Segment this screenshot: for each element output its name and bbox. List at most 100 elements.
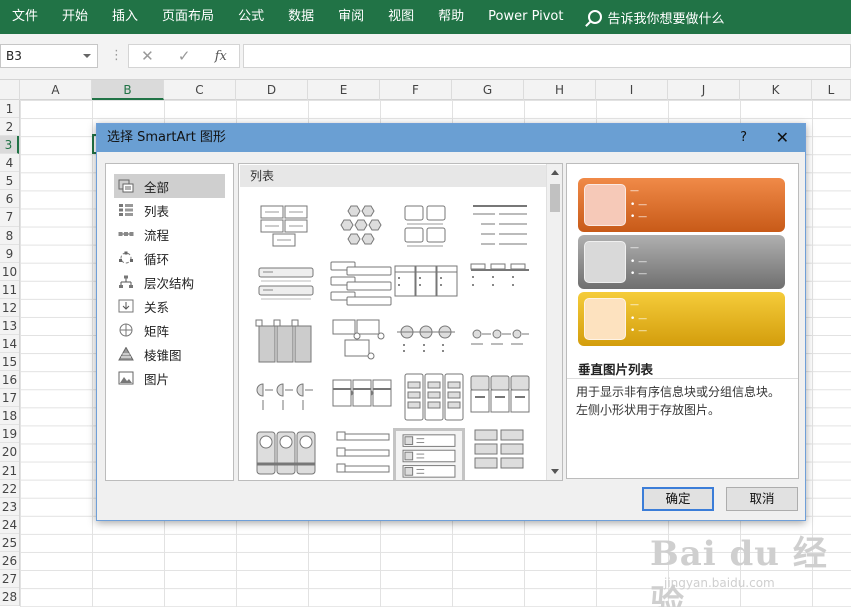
row-header[interactable]: 8 [0, 227, 19, 245]
column-header[interactable]: A [20, 80, 92, 100]
formula-bar-grip[interactable]: ⋮ [110, 48, 123, 63]
scroll-down-icon[interactable] [551, 469, 559, 474]
row-header[interactable]: 14 [0, 335, 19, 354]
row-header[interactable]: 11 [0, 281, 19, 299]
layout-thumbnail[interactable] [467, 260, 533, 312]
row-header[interactable]: 21 [0, 462, 19, 480]
layout-thumbnail[interactable] [393, 260, 459, 312]
category-list-item[interactable]: 列表 [106, 198, 233, 222]
layout-thumbnail[interactable] [401, 372, 467, 424]
column-header[interactable]: L [812, 80, 851, 100]
layout-thumbnail[interactable] [253, 260, 319, 312]
layout-thumbnail[interactable] [329, 202, 395, 254]
row-header[interactable]: 27 [0, 570, 19, 589]
row-header[interactable]: 6 [0, 190, 19, 209]
tab-page-layout[interactable]: 页面布局 [150, 0, 226, 34]
row-header[interactable]: 12 [0, 299, 19, 317]
row-header[interactable]: 25 [0, 534, 19, 552]
ok-button[interactable]: 确定 [642, 487, 714, 511]
layout-thumbnail[interactable] [467, 372, 533, 424]
column-header[interactable]: G [452, 80, 524, 100]
row-header[interactable]: 28 [0, 588, 19, 607]
formula-input[interactable] [243, 44, 851, 68]
row-header[interactable]: 15 [0, 353, 19, 372]
row-header[interactable]: 18 [0, 407, 19, 426]
row-header[interactable]: 16 [0, 371, 19, 390]
preview-description[interactable]: 用于显示非有序信息块或分组信息块。 左侧小形状用于存放图片。 [567, 378, 798, 478]
gallery-scrollbar[interactable] [546, 164, 562, 480]
layout-thumbnail[interactable] [329, 372, 395, 424]
row-header[interactable]: 24 [0, 516, 19, 534]
row-header[interactable]: 5 [0, 172, 19, 191]
column-header[interactable]: C [164, 80, 236, 100]
layout-thumbnail[interactable] [467, 316, 533, 368]
layout-thumbnail[interactable] [253, 316, 319, 368]
layout-thumbnail[interactable] [329, 428, 395, 480]
tab-insert[interactable]: 插入 [100, 0, 150, 34]
row-header[interactable]: 3 [0, 136, 19, 155]
tab-help[interactable]: 帮助 [426, 0, 476, 34]
tab-home[interactable]: 开始 [50, 0, 100, 34]
layout-thumbnail[interactable] [467, 202, 533, 254]
layout-thumbnail-selected[interactable] [393, 428, 465, 480]
row-header[interactable]: 20 [0, 443, 19, 462]
layout-thumbnail[interactable] [253, 428, 319, 480]
tab-review[interactable]: 审阅 [326, 0, 376, 34]
category-picture[interactable]: 图片 [106, 366, 233, 390]
column-header[interactable]: H [524, 80, 596, 100]
column-header[interactable]: F [380, 80, 452, 100]
row-header[interactable]: 17 [0, 389, 19, 408]
category-hierarchy[interactable]: 层次结构 [106, 270, 233, 294]
close-button[interactable]: ✕ [776, 124, 789, 152]
tab-data[interactable]: 数据 [276, 0, 326, 34]
category-pyramid[interactable]: 棱锥图 [106, 342, 233, 366]
tab-file[interactable]: 文件 [0, 0, 50, 34]
cancel-button[interactable]: 取消 [726, 487, 798, 511]
row-header[interactable]: 1 [0, 100, 19, 119]
row-header[interactable]: 13 [0, 317, 19, 336]
scroll-thumb[interactable] [550, 184, 560, 212]
row-header[interactable]: 9 [0, 245, 19, 263]
chevron-down-icon[interactable] [83, 54, 91, 58]
layout-thumbnail[interactable] [253, 202, 319, 254]
help-button[interactable]: ? [740, 124, 747, 152]
category-cycle[interactable]: 循环 [106, 246, 233, 270]
layout-thumbnail[interactable] [253, 372, 319, 424]
row-header[interactable]: 26 [0, 552, 19, 571]
layout-thumbnail[interactable] [329, 260, 395, 312]
tell-me-box[interactable]: 告诉我你想要做什么 [587, 8, 725, 27]
row-header[interactable]: 7 [0, 208, 19, 227]
layout-thumbnail[interactable] [393, 202, 459, 254]
category-process[interactable]: 流程 [106, 222, 233, 246]
category-label: 流程 [144, 227, 170, 243]
cancel-icon[interactable]: ✕ [141, 47, 154, 65]
row-header[interactable]: 4 [0, 154, 19, 173]
row-header[interactable]: 10 [0, 263, 19, 281]
column-header[interactable]: E [308, 80, 380, 100]
dialog-titlebar[interactable]: 选择 SmartArt 图形 ? ✕ [97, 124, 805, 152]
name-box[interactable]: B3 [0, 44, 98, 68]
enter-icon[interactable]: ✓ [178, 47, 191, 65]
preview-pane: — • — • — — • — • — — • — • — 垂直图片列表 用于显… [566, 163, 799, 479]
layout-thumbnail[interactable] [467, 428, 533, 480]
category-all[interactable]: 全部 [114, 174, 225, 198]
column-header[interactable]: D [236, 80, 308, 100]
select-all-corner[interactable] [0, 80, 20, 100]
row-header[interactable]: 23 [0, 498, 19, 516]
tab-power-pivot[interactable]: Power Pivot [476, 0, 575, 34]
category-relationship[interactable]: 关系 [106, 294, 233, 318]
layout-thumbnail[interactable] [329, 316, 395, 368]
scroll-up-icon[interactable] [551, 170, 559, 175]
tab-formulas[interactable]: 公式 [226, 0, 276, 34]
column-header[interactable]: I [596, 80, 668, 100]
row-header[interactable]: 19 [0, 425, 19, 444]
column-header[interactable]: K [740, 80, 812, 100]
column-header[interactable]: B [92, 80, 164, 100]
row-header[interactable]: 22 [0, 480, 19, 498]
insert-function-icon[interactable]: fx [215, 49, 227, 64]
tab-view[interactable]: 视图 [376, 0, 426, 34]
category-matrix[interactable]: 矩阵 [106, 318, 233, 342]
column-header[interactable]: J [668, 80, 740, 100]
row-header[interactable]: 2 [0, 118, 19, 137]
layout-thumbnail[interactable] [393, 316, 459, 368]
